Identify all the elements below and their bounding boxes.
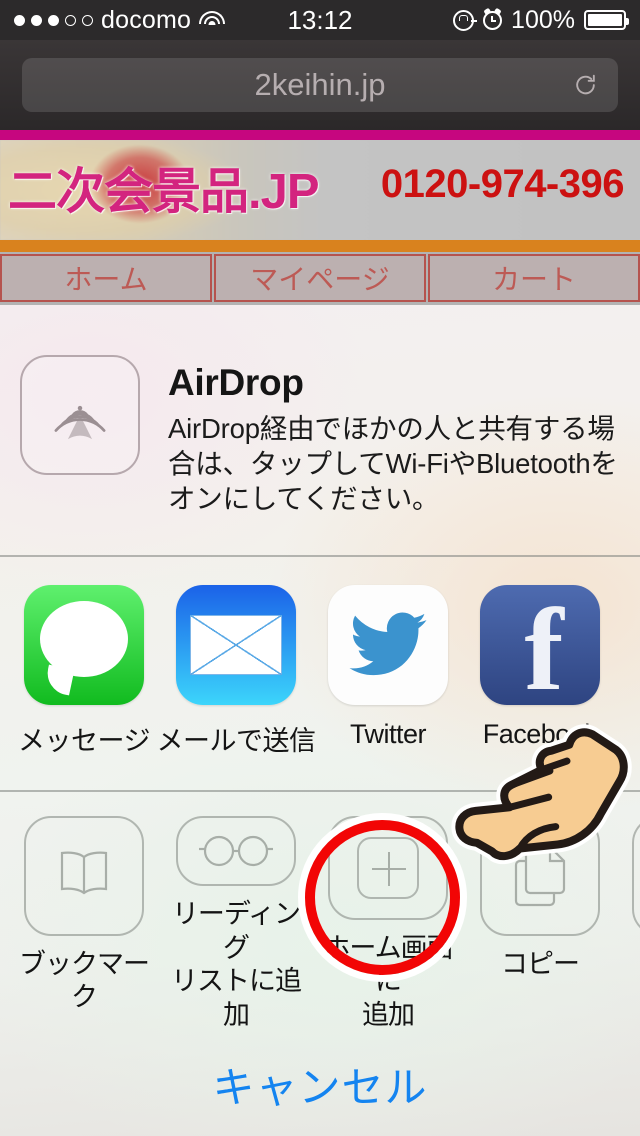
nav-item-cart[interactable]: カート <box>428 254 640 302</box>
browser-toolbar: 2keihin.jp <box>0 40 640 130</box>
site-orange-bar <box>0 240 640 252</box>
action-label: コピー <box>501 949 580 979</box>
site-header: 二次会景品.JP 0120-974-396 <box>0 140 640 240</box>
cancel-button[interactable]: キャンセル <box>0 1032 640 1136</box>
iphone-screen: docomo 13:12 100% 2keihin.jp 二次会景品.JP 01… <box>0 0 640 1136</box>
pointing-hand-icon <box>449 724 634 879</box>
site-accent-bar <box>0 130 640 140</box>
url-text: 2keihin.jp <box>254 67 386 102</box>
site-nav: ホーム マイページ カート <box>0 252 640 302</box>
highlight-circle-annotation <box>305 820 460 975</box>
alarm-clock-icon <box>483 10 503 30</box>
mail-icon <box>176 585 296 705</box>
airdrop-description: AirDrop経由でほかの人と共有する場合は、タップしてWi-FiやBlueto… <box>168 413 618 515</box>
website-content: 二次会景品.JP 0120-974-396 ホーム マイページ カート <box>0 130 640 305</box>
action-label: ブックマーク <box>19 949 150 1013</box>
reload-icon[interactable] <box>573 73 598 98</box>
action-label: リーディング リストに追加 <box>171 899 302 1030</box>
share-target-mail[interactable]: メールで送信 <box>157 557 316 790</box>
twitter-icon <box>328 585 448 705</box>
site-logo[interactable]: 二次会景品.JP <box>8 152 320 223</box>
share-target-label: Twitter <box>349 719 427 749</box>
messages-icon <box>24 585 144 705</box>
status-bar: docomo 13:12 100% <box>0 0 640 40</box>
nav-item-mypage[interactable]: マイページ <box>214 254 426 302</box>
glasses-icon <box>176 816 296 887</box>
action-reading-list[interactable]: リーディング リストに追加 <box>160 792 312 1032</box>
cancel-label: キャンセル <box>212 1063 428 1111</box>
action-bookmark[interactable]: ブックマーク <box>8 792 160 1032</box>
share-target-messages[interactable]: メッセージ <box>8 557 160 790</box>
share-sheet: AirDrop AirDrop経由でほかの人と共有する場合は、タップしてWi-F… <box>0 305 640 1136</box>
share-target-label: メールで送信 <box>156 726 317 756</box>
airdrop-section[interactable]: AirDrop AirDrop経由でほかの人と共有する場合は、タップしてWi-F… <box>0 305 640 555</box>
nav-item-home[interactable]: ホーム <box>0 254 212 302</box>
facebook-icon: f <box>480 585 600 705</box>
share-target-label: メッセージ <box>18 726 150 756</box>
airdrop-title: AirDrop <box>168 362 304 403</box>
rotation-lock-icon <box>453 9 478 31</box>
airdrop-icon[interactable] <box>20 355 140 475</box>
battery-percent-label: 100% <box>511 5 575 34</box>
site-phone-number[interactable]: 0120-974-396 <box>381 162 625 207</box>
address-bar[interactable]: 2keihin.jp <box>22 58 618 112</box>
share-target-twitter[interactable]: Twitter <box>312 557 464 790</box>
status-bar-right: 100% <box>453 5 629 35</box>
bookmark-icon <box>24 816 144 936</box>
battery-icon <box>584 10 629 30</box>
